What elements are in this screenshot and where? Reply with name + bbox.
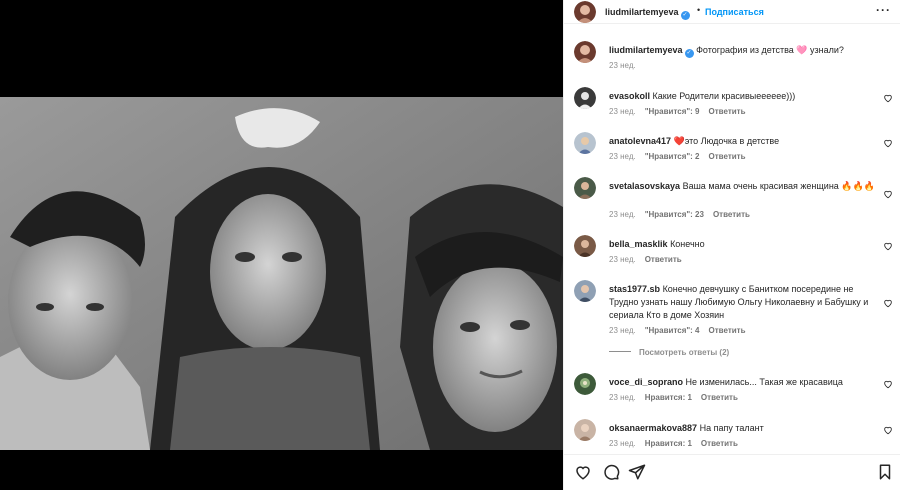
commenter-avatar[interactable] [574,132,596,154]
comment-like-heart-icon[interactable] [883,138,893,148]
comment-meta: 23 нед. Нравится: 1 Ответить [609,439,747,448]
comment-likes[interactable]: "Нравится": 4 [645,326,700,335]
send-icon[interactable] [628,463,646,481]
reply-button[interactable]: Ответить [713,210,750,219]
author-avatar[interactable] [574,1,596,23]
reply-button[interactable]: Ответить [701,439,738,448]
more-options-icon[interactable]: ··· [876,3,891,17]
comment-meta: 23 нед. "Нравится": 4 Ответить [609,326,754,335]
follow-button[interactable]: Подписаться [705,7,764,17]
comment-text: voce_di_soprano Не изменилась... Такая ж… [609,377,843,387]
reply-button[interactable]: Ответить [709,107,746,116]
commenter-avatar[interactable] [574,235,596,257]
comment-meta: 23 нед. "Нравится": 23 Ответить [609,210,759,219]
comment-time[interactable]: 23 нед. [609,152,636,161]
verified-badge-icon: ✓ [680,11,690,20]
comment-username[interactable]: oksanaermakova887 [609,423,697,433]
comment-like-heart-icon[interactable] [883,93,893,103]
comment-time[interactable]: 23 нед. [609,210,636,219]
family-photo-image [0,97,563,450]
media-area [0,0,563,490]
comment-likes[interactable]: Нравится: 1 [645,439,692,448]
commenter-avatar[interactable] [574,419,596,441]
heart-icon[interactable] [574,463,592,481]
comment-time[interactable]: 23 нед. [609,439,636,448]
comment-like-heart-icon[interactable] [883,379,893,389]
comment-meta: 23 нед. "Нравится": 9 Ответить [609,107,754,116]
reply-button[interactable]: Ответить [709,152,746,161]
bookmark-icon[interactable] [876,463,894,481]
comment-text: stas1977.sb Конечно девчушку с Банитком … [609,284,869,320]
comment-meta: 23 нед. Ответить [609,255,691,264]
comment-likes[interactable]: "Нравится": 9 [645,107,700,116]
comments-list: liudmilartemyeva ✓ Фотография из детства … [564,24,900,454]
comment-text: anatolevna417 ❤️это Людочка в детстве [609,136,780,146]
action-bar [564,454,900,490]
comment-username[interactable]: svetalasovskaya [609,181,680,191]
comment-text: bella_masklik Конечно [609,239,705,249]
comment-username[interactable]: evasokoll [609,91,650,101]
comment-username[interactable]: voce_di_soprano [609,377,683,387]
post-header: liudmilartemyeva ✓ • Подписаться ··· [564,0,900,24]
view-replies-button[interactable]: Посмотреть ответы (2) [609,348,729,357]
post-side-panel: liudmilartemyeva ✓ • Подписаться ··· liud… [563,0,900,490]
verified-badge-icon: ✓ [684,49,694,58]
reply-button[interactable]: Ответить [701,393,738,402]
caption-text: liudmilartemyeva ✓ Фотография из детства … [609,45,844,58]
comment-username[interactable]: stas1977.sb [609,284,660,294]
author-avatar[interactable] [574,41,596,63]
header-separator: • [697,5,701,15]
comment-text: svetalasovskaya Ваша мама очень красивая… [609,181,875,191]
comment-like-heart-icon[interactable] [883,298,893,308]
comment-like-heart-icon[interactable] [883,189,893,199]
commenter-avatar[interactable] [574,177,596,199]
comment-likes[interactable]: "Нравится": 23 [645,210,704,219]
comment-time[interactable]: 23 нед. [609,393,636,402]
commenter-avatar[interactable] [574,373,596,395]
comment-like-heart-icon[interactable] [883,241,893,251]
post-modal: liudmilartemyeva ✓ • Подписаться ··· liud… [0,0,900,490]
replies-divider [609,351,631,352]
comment-text: oksanaermakova887 На папу талант [609,423,764,433]
reply-button[interactable]: Ответить [645,255,682,264]
reply-button[interactable]: Ответить [709,326,746,335]
caption-time[interactable]: 23 нед. [609,61,636,70]
comment-likes[interactable]: "Нравится": 2 [645,152,700,161]
comment-like-heart-icon[interactable] [883,425,893,435]
comment-icon[interactable] [602,463,620,481]
comment-text: evasokoll Какие Родители красивыееееее))… [609,91,796,101]
commenter-avatar[interactable] [574,87,596,109]
caption-username[interactable]: liudmilartemyeva [609,45,683,55]
commenter-avatar[interactable] [574,280,596,302]
comment-likes[interactable]: Нравится: 1 [645,393,692,402]
post-photo[interactable] [0,97,563,450]
comment-time[interactable]: 23 нед. [609,326,636,335]
comment-meta: 23 нед. Нравится: 1 Ответить [609,393,747,402]
comment-meta: 23 нед. "Нравится": 2 Ответить [609,152,754,161]
comment-time[interactable]: 23 нед. [609,107,636,116]
caption-meta: 23 нед. [609,61,645,70]
comment-username[interactable]: bella_masklik [609,239,668,249]
comment-time[interactable]: 23 нед. [609,255,636,264]
comment-username[interactable]: anatolevna417 [609,136,671,146]
author-username[interactable]: liudmilartemyeva ✓ [605,7,690,20]
